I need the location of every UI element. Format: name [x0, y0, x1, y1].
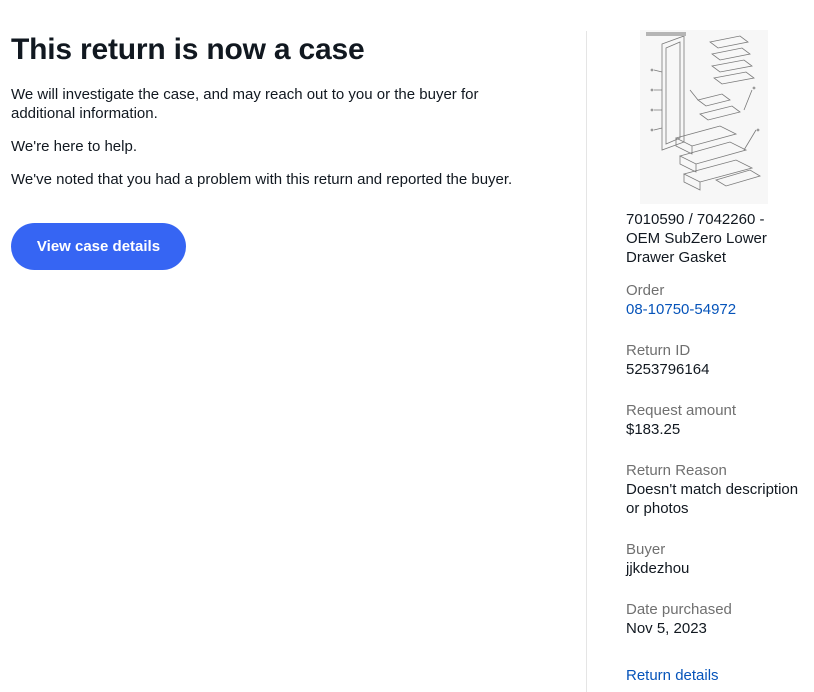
return-id-field: Return ID 5253796164 — [626, 341, 806, 379]
investigate-message: We will investigate the case, and may re… — [11, 86, 479, 122]
help-message: We're here to help. — [11, 138, 137, 155]
main-content: This return is now a case We will invest… — [11, 30, 571, 270]
return-id-label: Return ID — [626, 342, 691, 359]
request-amount-label: Request amount — [626, 402, 737, 419]
date-purchased-value: Nov 5, 2023 — [626, 620, 707, 637]
order-number-link[interactable]: 08-10750-54972 — [626, 300, 806, 319]
request-amount-field: Request amount $183.25 — [626, 401, 806, 439]
item-title-link[interactable]: 7010590 / 7042260 - OEM SubZero Lower Dr… — [626, 210, 796, 267]
page-title: This return is now a case — [11, 33, 365, 66]
return-reason-value: Doesn't match description or photos — [626, 481, 799, 517]
return-reason-field: Return Reason Doesn't match description … — [626, 461, 806, 518]
return-reason-label: Return Reason — [626, 462, 727, 479]
request-amount-value: $183.25 — [626, 421, 681, 438]
order-label: Order — [626, 282, 665, 299]
return-details-link[interactable]: Return details — [626, 666, 806, 685]
order-field: Order 08-10750-54972 — [626, 281, 806, 319]
return-id-value: 5253796164 — [626, 361, 710, 378]
view-case-details-button[interactable]: View case details — [11, 223, 186, 270]
date-purchased-label: Date purchased — [626, 601, 732, 618]
return-details-field: Return details — [626, 666, 806, 685]
column-divider — [586, 31, 587, 692]
date-purchased-field: Date purchased Nov 5, 2023 — [626, 600, 806, 638]
noted-message: We've noted that you had a problem with … — [11, 171, 513, 188]
item-thumbnail-image[interactable] — [640, 30, 768, 204]
buyer-field: Buyer jjkdezhou — [626, 540, 806, 578]
buyer-value: jjkdezhou — [626, 560, 690, 577]
buyer-label: Buyer — [626, 541, 666, 558]
